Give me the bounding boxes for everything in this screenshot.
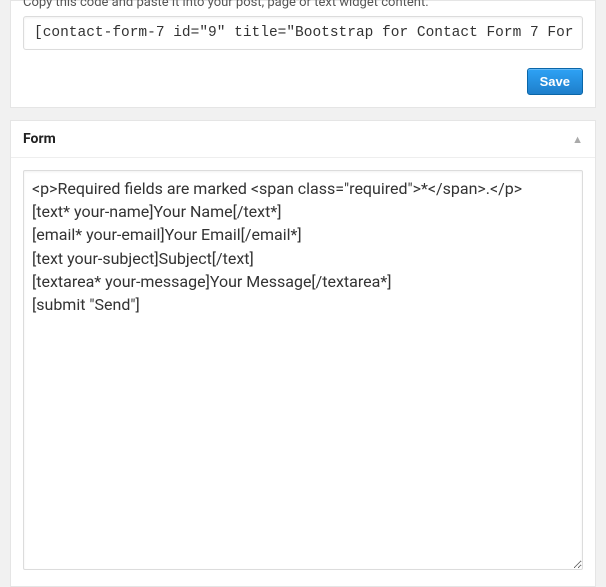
instruction-text: Copy this code and paste it into your po… bbox=[23, 0, 583, 16]
save-row: Save bbox=[23, 50, 583, 95]
shortcode-readonly[interactable]: [contact-form-7 id="9" title="Bootstrap … bbox=[23, 16, 583, 50]
form-panel-title: Form bbox=[23, 131, 56, 147]
form-panel: Form ▲ <p>Required fields are marked <sp… bbox=[10, 120, 596, 587]
form-panel-body: <p>Required fields are marked <span clas… bbox=[11, 158, 595, 586]
form-template-textarea[interactable]: <p>Required fields are marked <span clas… bbox=[23, 170, 583, 570]
shortcode-panel: Copy this code and paste it into your po… bbox=[10, 0, 596, 108]
save-button[interactable]: Save bbox=[527, 68, 583, 95]
form-panel-header[interactable]: Form ▲ bbox=[11, 121, 595, 158]
collapse-toggle-icon[interactable]: ▲ bbox=[572, 133, 583, 146]
